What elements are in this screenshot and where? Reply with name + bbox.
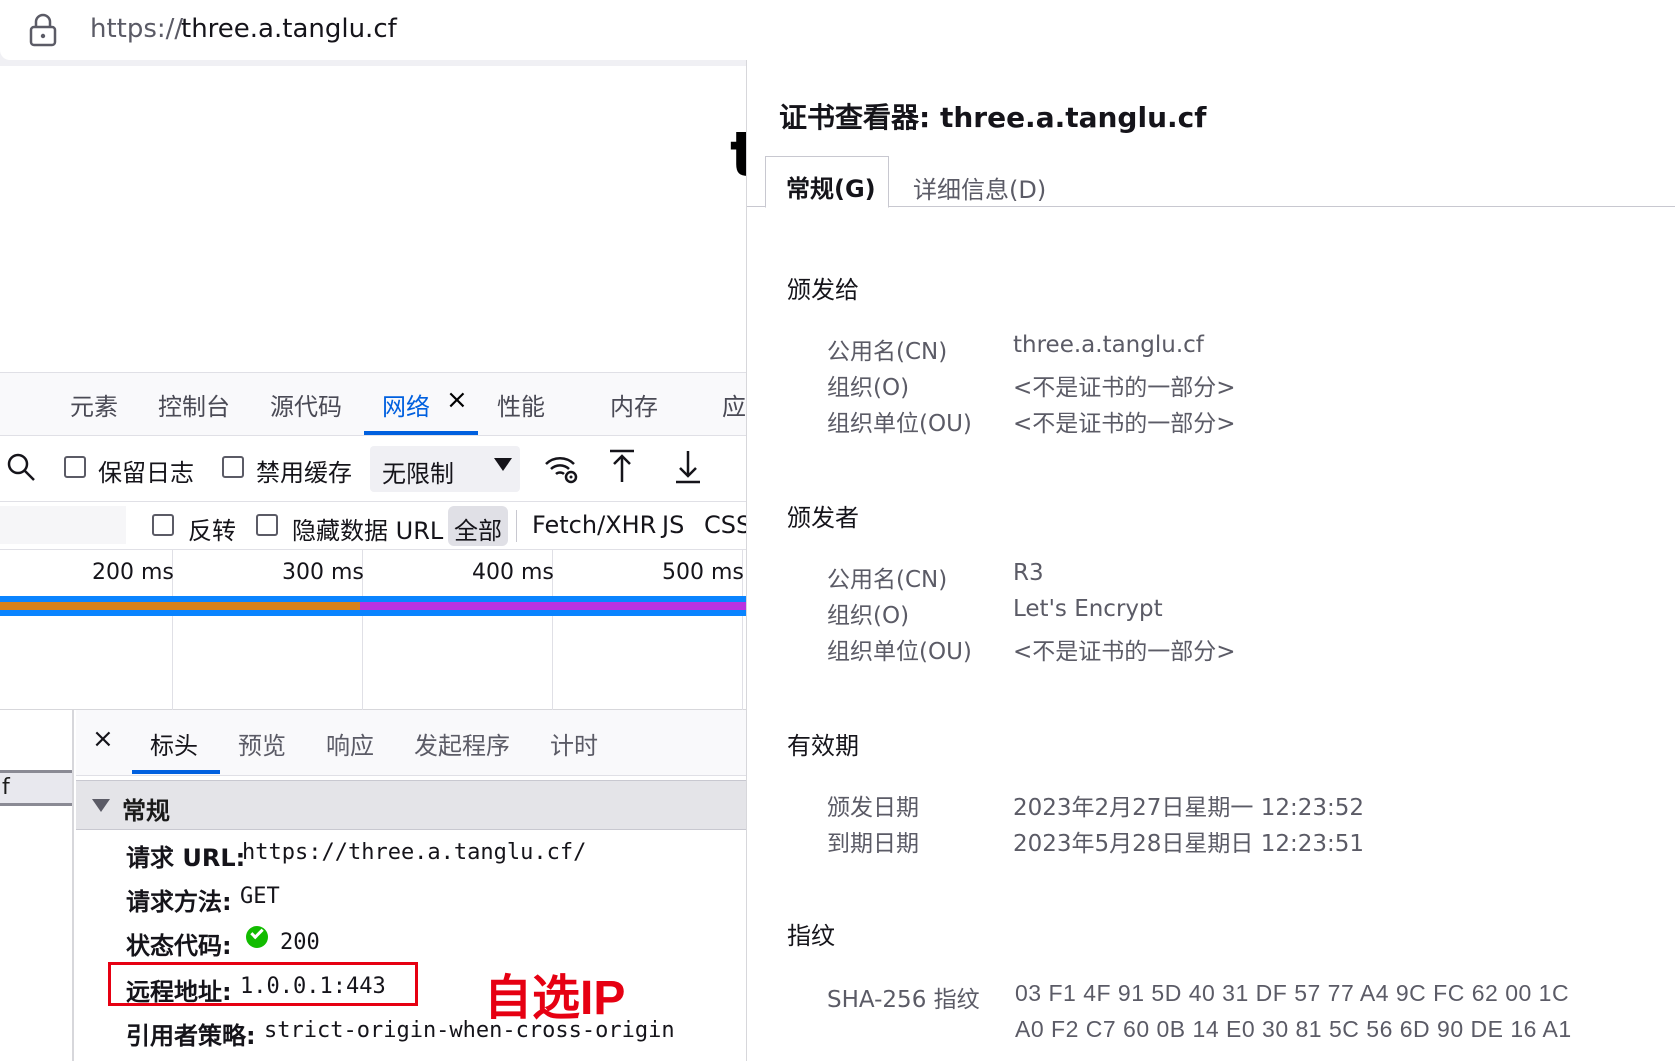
header-value: 200 (280, 930, 320, 955)
request-list: f (0, 710, 74, 1061)
field-value: <不是证书的一部分> (1013, 411, 1236, 437)
field-key: 公用名(CN) (827, 339, 948, 365)
active-tab-indicator (364, 431, 478, 435)
highlight-box (108, 962, 418, 1006)
export-har-icon[interactable] (672, 448, 704, 486)
timeline-tick-label: 300 ms (282, 560, 364, 585)
header-value: strict-origin-when-cross-origin (264, 1018, 675, 1043)
field-key: SHA-256 指纹 (827, 987, 980, 1013)
timeline-bar-segment (360, 602, 746, 610)
throttling-value: 无限制 (382, 460, 454, 488)
field-value: Let's Encrypt (1013, 596, 1163, 622)
timeline-tick-label: 500 ms (662, 560, 744, 585)
tab-general-label: 常规(G) (786, 175, 876, 203)
tab-response[interactable]: 响应 (326, 726, 374, 761)
header-key: 引用者策略: (126, 1022, 256, 1050)
url-field[interactable]: https:// three.a.tanglu.cf (0, 0, 1675, 60)
field-value: 2023年5月28日星期日 12:23:51 (1013, 831, 1365, 857)
disable-cache-label: 禁用缓存 (256, 459, 352, 487)
field-key: 组织(O) (827, 375, 910, 401)
tab-initiator[interactable]: 发起程序 (414, 726, 510, 761)
filter-all-button[interactable]: 全部 (454, 511, 502, 546)
header-key: 请求 URL: (126, 844, 246, 872)
tab-console[interactable]: 控制台 (158, 387, 230, 422)
header-value: GET (240, 884, 280, 909)
header-key: 请求方法: (126, 888, 232, 916)
preserve-log-label: 保留日志 (98, 459, 194, 487)
tab-timing[interactable]: 计时 (550, 726, 598, 761)
request-detail-tabs: × 标头 预览 响应 发起程序 计时 (76, 710, 746, 776)
timeline-bar-segment (0, 602, 360, 610)
section-heading: 有效期 (787, 732, 859, 760)
url-scheme: https:// (90, 14, 184, 44)
timeline-tick-label: 200 ms (92, 560, 174, 585)
timeline-tick-label: 400 ms (472, 560, 554, 585)
invert-label: 反转 (188, 517, 236, 545)
preserve-log-checkbox[interactable] (64, 456, 86, 478)
table-row[interactable]: f (0, 770, 72, 806)
hide-data-url-label: 隐藏数据 URL (292, 517, 444, 545)
tab-preview[interactable]: 预览 (238, 726, 286, 761)
header-value: https://three.a.tanglu.cf/ (242, 840, 587, 865)
field-value: <不是证书的一部分> (1013, 639, 1236, 665)
expand-triangle-icon (92, 799, 110, 812)
close-icon[interactable]: × (446, 385, 468, 415)
field-key: 组织单位(OU) (827, 639, 972, 665)
tab-memory[interactable]: 内存 (610, 387, 658, 422)
section-heading: 颁发给 (787, 276, 859, 304)
field-key: 组织单位(OU) (827, 411, 972, 437)
field-key: 公用名(CN) (827, 567, 948, 593)
active-tab-indicator (132, 770, 220, 774)
page-heading-fragment: t (730, 118, 746, 191)
url-host: three.a.tanglu.cf (181, 14, 397, 44)
filter-fetch-xhr-button[interactable]: Fetch/XHR (532, 511, 656, 539)
tab-elements[interactable]: 元素 (70, 387, 118, 422)
field-key: 到期日期 (827, 831, 919, 857)
network-settings-icon[interactable] (542, 450, 580, 486)
tab-performance[interactable]: 性能 (497, 387, 545, 422)
field-value: R3 (1013, 560, 1044, 586)
tab-general[interactable]: 常规(G) (765, 156, 889, 208)
search-icon[interactable] (4, 450, 38, 484)
filter-input[interactable] (0, 506, 126, 544)
devtools-tab-strip: ▏ 元素 控制台 源代码 网络 × 性能 内存 应 (0, 372, 746, 436)
tab-details[interactable]: 详细信息(D) (913, 170, 1046, 205)
section-heading: 颁发者 (787, 504, 859, 532)
field-key: 组织(O) (827, 603, 910, 629)
section-title: 常规 (122, 797, 170, 825)
network-toolbar: 保留日志 禁用缓存 无限制 (0, 436, 746, 502)
close-icon[interactable]: × (92, 724, 114, 754)
filter-css-button[interactable]: CSS (704, 511, 751, 539)
fingerprint-line: 03 F1 4F 91 5D 40 31 DF 57 77 A4 9C FC 6… (1015, 980, 1570, 1006)
tab-headers[interactable]: 标头 (150, 726, 198, 761)
field-value: three.a.tanglu.cf (1013, 332, 1204, 358)
tab-network[interactable]: 网络 (382, 387, 430, 422)
fingerprint-line: A0 F2 C7 60 0B 14 E0 30 81 5C 56 6D 90 D… (1015, 1016, 1572, 1042)
invert-checkbox[interactable] (152, 514, 174, 536)
header-key: 状态代码: (126, 932, 232, 960)
lock-icon[interactable] (26, 12, 60, 48)
dialog-title: 证书查看器: three.a.tanglu.cf (779, 101, 1207, 134)
certificate-viewer: 证书查看器: three.a.tanglu.cf 常规(G) 详细信息(D) 颁… (746, 60, 1675, 1061)
general-section-header[interactable]: 常规 (76, 780, 746, 830)
address-bar: https:// three.a.tanglu.cf (0, 0, 1675, 66)
waterfall-overview: 200 ms 300 ms 400 ms 500 ms (0, 550, 746, 710)
filter-js-button[interactable]: JS (662, 511, 684, 539)
field-value: 2023年2月27日星期一 12:23:52 (1013, 795, 1365, 821)
tab-sources[interactable]: 源代码 (270, 387, 342, 422)
hide-data-url-checkbox[interactable] (256, 514, 278, 536)
field-value: <不是证书的一部分> (1013, 375, 1236, 401)
chevron-down-icon (494, 458, 512, 471)
filter-toolbar: 反转 隐藏数据 URL 全部 Fetch/XHR JS CSS (0, 502, 751, 550)
disable-cache-checkbox[interactable] (222, 456, 244, 478)
import-har-icon[interactable] (606, 448, 638, 486)
tab-application-fragment[interactable]: 应 (722, 387, 746, 422)
tab-edge-fragment: ▏ (0, 387, 11, 415)
divider (516, 510, 517, 542)
section-heading: 指纹 (787, 922, 835, 950)
field-key: 颁发日期 (827, 795, 919, 821)
